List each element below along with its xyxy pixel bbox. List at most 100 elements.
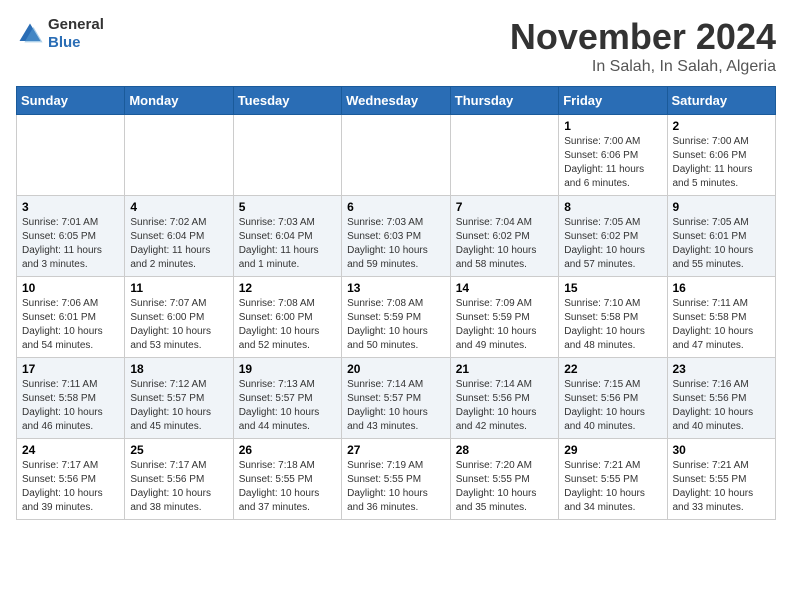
calendar-cell: [450, 115, 558, 196]
calendar-cell: 7 Sunrise: 7:04 AM Sunset: 6:02 PM Daylig…: [450, 196, 558, 277]
day-number: 30: [673, 443, 771, 457]
day-info: Sunrise: 7:06 AM Sunset: 6:01 PM Dayligh…: [22, 297, 119, 353]
calendar-week-row: 24 Sunrise: 7:17 AM Sunset: 5:56 PM Dayli…: [17, 439, 776, 520]
day-info: Sunrise: 7:20 AM Sunset: 5:55 PM Dayligh…: [456, 459, 553, 515]
calendar-cell: [233, 115, 341, 196]
calendar-cell: 25 Sunrise: 7:17 AM Sunset: 5:56 PM Dayli…: [125, 439, 233, 520]
day-number: 8: [564, 200, 661, 214]
day-number: 3: [22, 200, 119, 214]
calendar-cell: 15 Sunrise: 7:10 AM Sunset: 5:58 PM Dayli…: [559, 277, 667, 358]
day-number: 4: [130, 200, 227, 214]
day-info: Sunrise: 7:11 AM Sunset: 5:58 PM Dayligh…: [673, 297, 771, 353]
calendar-cell: 5Sunrise: 7:03 AM Sunset: 6:04 PM Daylig…: [233, 196, 341, 277]
day-info: Sunrise: 7:03 AM Sunset: 6:03 PM Dayligh…: [347, 216, 445, 272]
day-info: Sunrise: 7:11 AM Sunset: 5:58 PM Dayligh…: [22, 378, 119, 434]
day-number: 23: [673, 362, 771, 376]
location-title: In Salah, In Salah, Algeria: [510, 58, 776, 76]
day-number: 7: [456, 200, 553, 214]
calendar-table: SundayMondayTuesdayWednesdayThursdayFrid…: [16, 86, 776, 520]
calendar-cell: 29 Sunrise: 7:21 AM Sunset: 5:55 PM Dayli…: [559, 439, 667, 520]
calendar-cell: 19 Sunrise: 7:13 AM Sunset: 5:57 PM Dayli…: [233, 358, 341, 439]
day-number: 2: [673, 119, 771, 133]
day-info: Sunrise: 7:21 AM Sunset: 5:55 PM Dayligh…: [673, 459, 771, 515]
day-number: 15: [564, 281, 661, 295]
calendar-cell: 4 Sunrise: 7:02 AM Sunset: 6:04 PM Daylig…: [125, 196, 233, 277]
calendar-cell: [125, 115, 233, 196]
day-info: Sunrise: 7:12 AM Sunset: 5:57 PM Dayligh…: [130, 378, 227, 434]
month-title: November 2024: [510, 16, 776, 58]
day-info: Sunrise: 7:01 AM Sunset: 6:05 PM Dayligh…: [22, 216, 119, 272]
weekday-header-tuesday: Tuesday: [233, 87, 341, 115]
calendar-cell: 24 Sunrise: 7:17 AM Sunset: 5:56 PM Dayli…: [17, 439, 125, 520]
day-info: Sunrise: 7:02 AM Sunset: 6:04 PM Dayligh…: [130, 216, 227, 272]
calendar-cell: 30 Sunrise: 7:21 AM Sunset: 5:55 PM Dayli…: [667, 439, 776, 520]
calendar-cell: 16 Sunrise: 7:11 AM Sunset: 5:58 PM Dayli…: [667, 277, 776, 358]
calendar-cell: 8Sunrise: 7:05 AM Sunset: 6:02 PM Daylig…: [559, 196, 667, 277]
calendar-cell: 14 Sunrise: 7:09 AM Sunset: 5:59 PM Dayli…: [450, 277, 558, 358]
day-number: 28: [456, 443, 553, 457]
weekday-header-saturday: Saturday: [667, 87, 776, 115]
weekday-header-sunday: Sunday: [17, 87, 125, 115]
day-info: Sunrise: 7:09 AM Sunset: 5:59 PM Dayligh…: [456, 297, 553, 353]
day-number: 20: [347, 362, 445, 376]
day-number: 26: [239, 443, 336, 457]
day-number: 12: [239, 281, 336, 295]
calendar-cell: 1Sunrise: 7:00 AM Sunset: 6:06 PM Daylig…: [559, 115, 667, 196]
day-info: Sunrise: 7:08 AM Sunset: 5:59 PM Dayligh…: [347, 297, 445, 353]
calendar-cell: 23Sunrise: 7:16 AM Sunset: 5:56 PM Dayli…: [667, 358, 776, 439]
day-number: 13: [347, 281, 445, 295]
day-number: 21: [456, 362, 553, 376]
day-info: Sunrise: 7:18 AM Sunset: 5:55 PM Dayligh…: [239, 459, 336, 515]
day-number: 22: [564, 362, 661, 376]
calendar-cell: 2Sunrise: 7:00 AM Sunset: 6:06 PM Daylig…: [667, 115, 776, 196]
day-number: 6: [347, 200, 445, 214]
calendar-cell: 3 Sunrise: 7:01 AM Sunset: 6:05 PM Daylig…: [17, 196, 125, 277]
day-number: 11: [130, 281, 227, 295]
day-info: Sunrise: 7:08 AM Sunset: 6:00 PM Dayligh…: [239, 297, 336, 353]
day-number: 24: [22, 443, 119, 457]
day-number: 25: [130, 443, 227, 457]
day-number: 16: [673, 281, 771, 295]
day-info: Sunrise: 7:10 AM Sunset: 5:58 PM Dayligh…: [564, 297, 661, 353]
day-info: Sunrise: 7:14 AM Sunset: 5:57 PM Dayligh…: [347, 378, 445, 434]
day-number: 27: [347, 443, 445, 457]
title-section: November 2024 In Salah, In Salah, Algeri…: [510, 16, 776, 76]
calendar-cell: 26 Sunrise: 7:18 AM Sunset: 5:55 PM Dayli…: [233, 439, 341, 520]
day-number: 10: [22, 281, 119, 295]
day-number: 9: [673, 200, 771, 214]
calendar-cell: 22 Sunrise: 7:15 AM Sunset: 5:56 PM Dayli…: [559, 358, 667, 439]
day-info: Sunrise: 7:04 AM Sunset: 6:02 PM Dayligh…: [456, 216, 553, 272]
logo: General Blue: [16, 16, 104, 52]
calendar-cell: 12 Sunrise: 7:08 AM Sunset: 6:00 PM Dayli…: [233, 277, 341, 358]
calendar-cell: 28 Sunrise: 7:20 AM Sunset: 5:55 PM Dayli…: [450, 439, 558, 520]
calendar-cell: [342, 115, 451, 196]
calendar-week-row: 10 Sunrise: 7:06 AM Sunset: 6:01 PM Dayli…: [17, 277, 776, 358]
day-info: Sunrise: 7:21 AM Sunset: 5:55 PM Dayligh…: [564, 459, 661, 515]
calendar-cell: [17, 115, 125, 196]
day-number: 14: [456, 281, 553, 295]
logo-icon: [16, 20, 44, 48]
page-header: General Blue November 2024 In Salah, In …: [16, 16, 776, 76]
calendar-cell: 20 Sunrise: 7:14 AM Sunset: 5:57 PM Dayli…: [342, 358, 451, 439]
day-number: 19: [239, 362, 336, 376]
weekday-header-thursday: Thursday: [450, 87, 558, 115]
calendar-week-row: 17Sunrise: 7:11 AM Sunset: 5:58 PM Dayli…: [17, 358, 776, 439]
logo-general-text: General: [48, 16, 104, 34]
calendar-cell: 10 Sunrise: 7:06 AM Sunset: 6:01 PM Dayli…: [17, 277, 125, 358]
weekday-header-monday: Monday: [125, 87, 233, 115]
day-info: Sunrise: 7:15 AM Sunset: 5:56 PM Dayligh…: [564, 378, 661, 434]
day-number: 29: [564, 443, 661, 457]
day-number: 1: [564, 119, 661, 133]
calendar-cell: 11 Sunrise: 7:07 AM Sunset: 6:00 PM Dayli…: [125, 277, 233, 358]
calendar-week-row: 3 Sunrise: 7:01 AM Sunset: 6:05 PM Daylig…: [17, 196, 776, 277]
day-info: Sunrise: 7:13 AM Sunset: 5:57 PM Dayligh…: [239, 378, 336, 434]
calendar-cell: 9Sunrise: 7:05 AM Sunset: 6:01 PM Daylig…: [667, 196, 776, 277]
day-info: Sunrise: 7:17 AM Sunset: 5:56 PM Dayligh…: [22, 459, 119, 515]
weekday-header-wednesday: Wednesday: [342, 87, 451, 115]
day-number: 18: [130, 362, 227, 376]
day-number: 5: [239, 200, 336, 214]
calendar-cell: 18 Sunrise: 7:12 AM Sunset: 5:57 PM Dayli…: [125, 358, 233, 439]
day-info: Sunrise: 7:07 AM Sunset: 6:00 PM Dayligh…: [130, 297, 227, 353]
day-info: Sunrise: 7:17 AM Sunset: 5:56 PM Dayligh…: [130, 459, 227, 515]
logo-blue-text: Blue: [48, 34, 104, 52]
